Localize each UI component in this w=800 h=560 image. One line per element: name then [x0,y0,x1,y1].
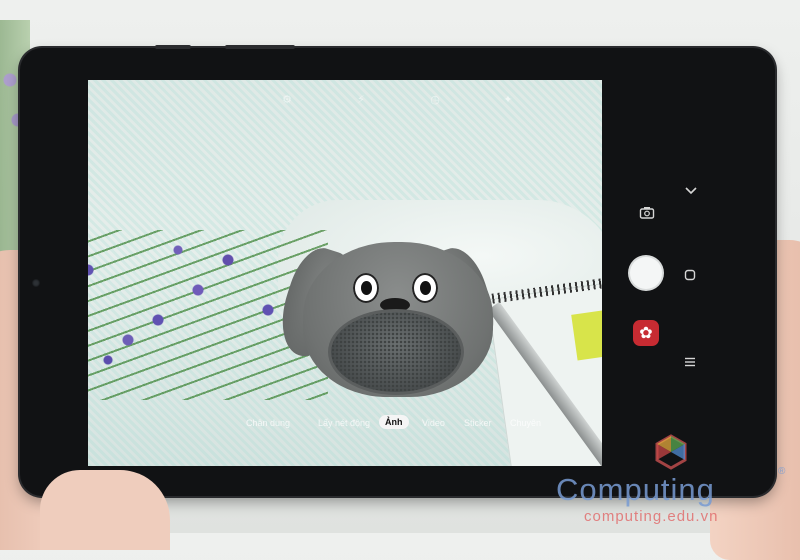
filter-flower-icon[interactable]: ✿ [633,320,659,346]
mode-photo[interactable]: Ảnh [379,415,409,429]
notebook-cover-label [571,309,602,361]
mode-pro[interactable]: Chuyên [510,418,541,428]
mode-video[interactable]: Video [422,418,445,428]
mode-live-focus[interactable]: Lấy nét động [318,418,370,428]
record-icon[interactable] [684,266,698,281]
effects-icon[interactable]: ✦ [501,94,515,106]
camera-viewfinder[interactable]: ⚙ ⚡ ◷ ✦ Chân dung Lấy nét động Ảnh Video… [88,80,602,466]
power-button [155,45,191,49]
dog-nose [380,298,410,312]
dog-eye-left [353,273,379,303]
dog-eye-right [412,273,438,303]
watermark-brand: Computing [556,472,715,507]
switch-camera-icon[interactable] [639,205,655,219]
mode-sticker[interactable]: Sticker [464,418,492,428]
shutter-button[interactable] [630,257,662,289]
timer-icon[interactable]: ◷ [428,94,442,106]
settings-icon[interactable]: ⚙ [280,94,294,106]
left-hand-bottom [40,470,170,550]
watermark-url: computing.edu.vn [584,508,719,525]
mode-portrait[interactable]: Chân dung [246,418,290,428]
volume-button [225,45,295,49]
flash-icon[interactable]: ⚡ [354,94,368,106]
registered-mark: ® [778,466,786,477]
speaker-grille [331,312,461,392]
menu-icon[interactable] [684,352,698,367]
front-camera [32,279,40,287]
computing-logo-icon [653,434,689,470]
chevron-down-icon[interactable] [685,180,699,195]
